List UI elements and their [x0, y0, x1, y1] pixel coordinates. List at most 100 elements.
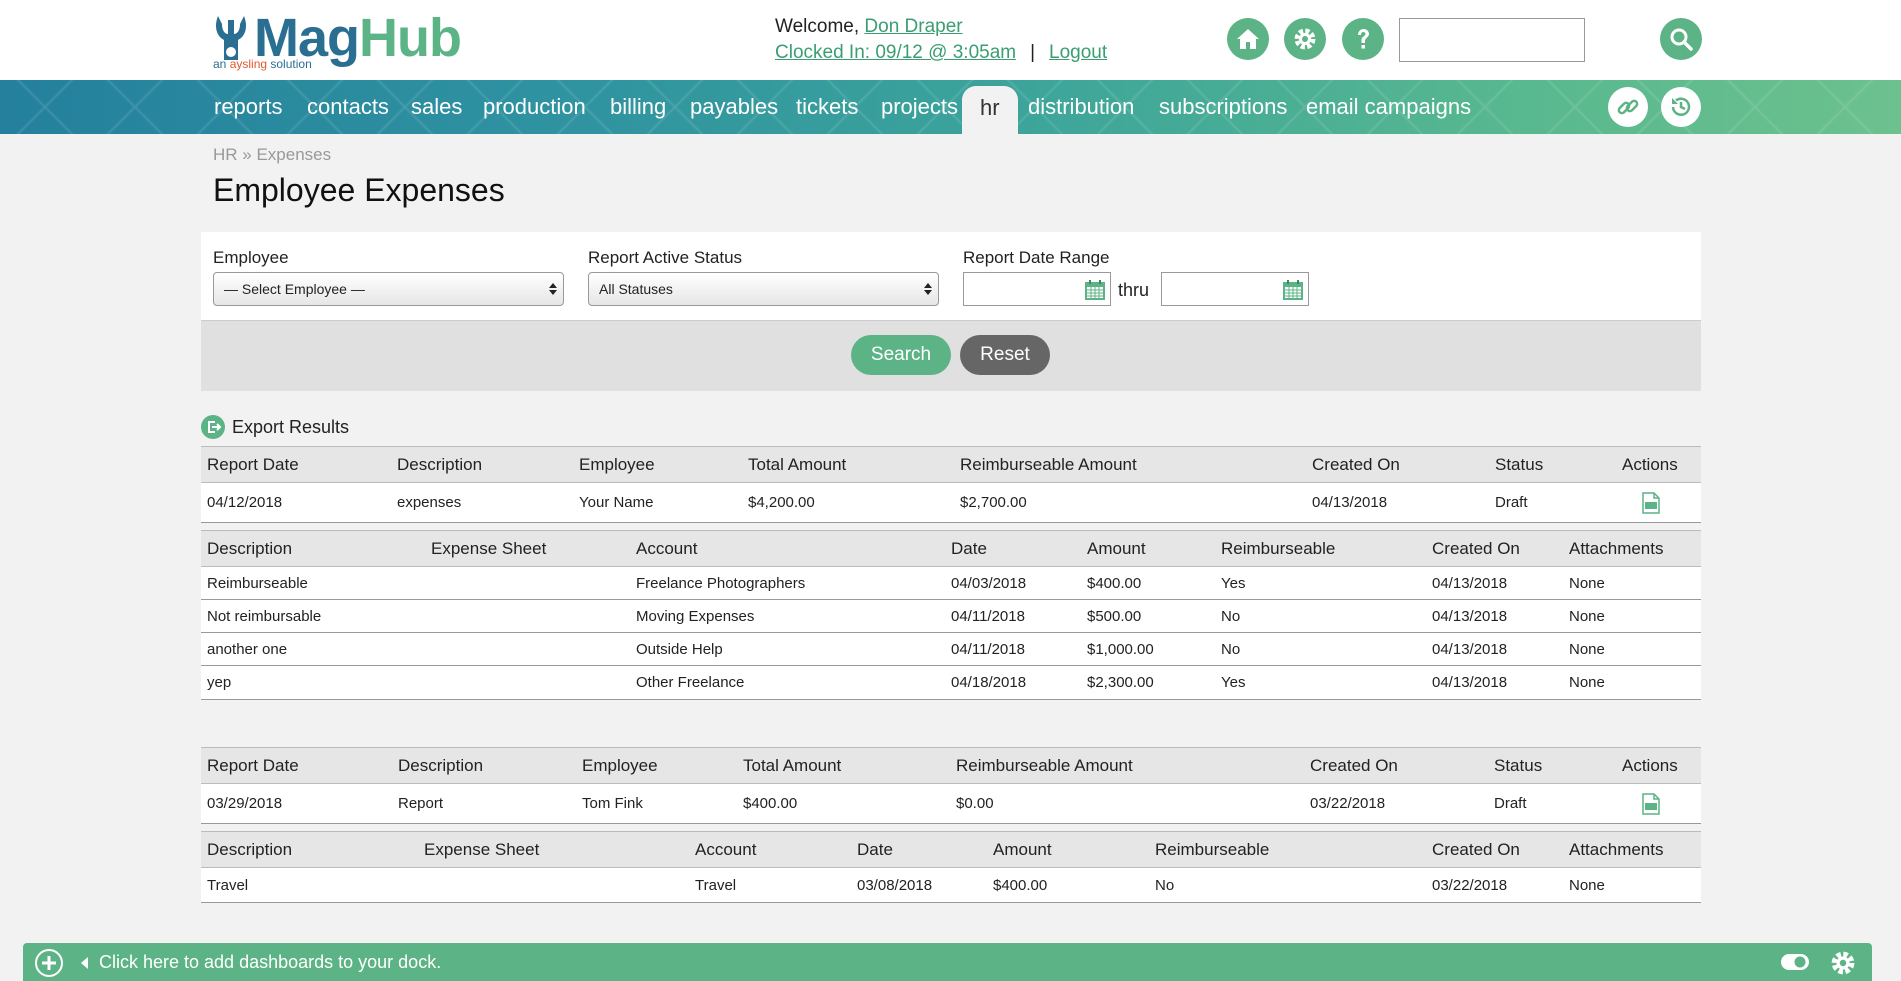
user-name-link[interactable]: Don Draper [864, 16, 962, 37]
date-to-input[interactable] [1161, 272, 1309, 306]
nav-hr[interactable]: hr [962, 86, 1018, 134]
clocked-in-link[interactable]: Clocked In: 09/12 @ 3:05am [775, 42, 1016, 63]
col-report-date[interactable]: Report Date [207, 748, 299, 783]
add-dashboard-icon[interactable] [35, 949, 63, 977]
nav-subscriptions[interactable]: subscriptions [1159, 80, 1287, 134]
col-status[interactable]: Status [1495, 447, 1543, 482]
links-button[interactable] [1608, 87, 1648, 127]
pdf-icon[interactable] [1642, 492, 1660, 514]
report-row[interactable]: 03/29/2018 Report Tom Fink $400.00 $0.00… [201, 784, 1701, 824]
report-row[interactable]: 04/12/2018 expenses Your Name $4,200.00 … [201, 483, 1701, 523]
report-description: Report [398, 795, 444, 812]
nav-contacts[interactable]: contacts [307, 80, 389, 134]
line-attachments: None [1569, 877, 1605, 894]
report-created-on: 04/13/2018 [1312, 494, 1388, 511]
date-from-input[interactable] [963, 272, 1111, 306]
nav-billing[interactable]: billing [610, 80, 666, 134]
line-attachments: None [1569, 641, 1605, 658]
status-select-value: All Statuses [599, 281, 673, 297]
line-account: Freelance Photographers [636, 575, 806, 592]
dock-message[interactable]: Click here to add dashboards to your doc… [99, 952, 441, 973]
nav-sales[interactable]: sales [411, 80, 462, 134]
pdf-icon[interactable] [1642, 793, 1660, 815]
line-date: 04/18/2018 [951, 674, 1027, 691]
col-line-description: Description [207, 539, 293, 558]
settings-button[interactable] [1284, 18, 1326, 60]
col-employee[interactable]: Employee [582, 748, 658, 783]
history-button[interactable] [1661, 87, 1701, 127]
col-actions: Actions [1622, 455, 1678, 474]
nav-payables[interactable]: payables [690, 80, 778, 134]
nav-tickets[interactable]: tickets [796, 80, 858, 134]
export-label: Export Results [232, 417, 350, 437]
col-account: Account [636, 539, 698, 558]
logout-link[interactable]: Logout [1049, 42, 1107, 63]
select-arrows-icon [924, 283, 932, 295]
line-created-on: 04/13/2018 [1432, 608, 1508, 625]
report-employee: Your Name [579, 494, 654, 511]
export-icon [201, 415, 225, 439]
report-total: $400.00 [743, 795, 798, 812]
col-total-amount[interactable]: Total Amount [743, 748, 841, 783]
nav-distribution[interactable]: distribution [1028, 80, 1134, 134]
report-date: 04/12/2018 [207, 494, 283, 511]
toggle-icon[interactable] [1780, 952, 1810, 972]
col-created-on[interactable]: Created On [1312, 447, 1400, 482]
report-description: expenses [397, 494, 462, 511]
col-employee[interactable]: Employee [579, 447, 655, 482]
col-status[interactable]: Status [1494, 748, 1542, 783]
gear-icon [1294, 28, 1316, 50]
header: MagHub an aysling solution Welcome, Don … [0, 0, 1901, 80]
separator: | [1030, 42, 1036, 63]
expense-line-row: yep Other Freelance 04/18/2018 $2,300.00… [201, 666, 1701, 700]
reset-button[interactable]: Reset [960, 335, 1050, 375]
report-header-row: Report Date Description Employee Total A… [201, 446, 1701, 483]
home-icon [1237, 29, 1259, 49]
line-amount: $1,000.00 [1087, 641, 1154, 658]
calendar-icon[interactable] [1084, 279, 1106, 301]
line-created-on: 04/13/2018 [1432, 575, 1508, 592]
nav-reports[interactable]: reports [214, 80, 282, 134]
line-description: Reimburseable [207, 575, 308, 592]
line-amount: $400.00 [993, 877, 1048, 894]
line-description: Travel [207, 877, 249, 894]
expense-line-row: Reimburseable Freelance Photographers 04… [201, 567, 1701, 600]
maghub-logo[interactable]: MagHub an aysling solution [210, 8, 462, 72]
search-icon [1670, 28, 1693, 51]
line-created-on: 04/13/2018 [1432, 641, 1508, 658]
col-description[interactable]: Description [398, 748, 483, 783]
col-line-created-on: Created On [1432, 539, 1520, 558]
header-search-button[interactable] [1660, 18, 1702, 60]
col-report-date[interactable]: Report Date [207, 447, 299, 482]
dock-gear-icon[interactable] [1830, 950, 1856, 976]
line-amount: $500.00 [1087, 608, 1142, 625]
calendar-icon[interactable] [1282, 279, 1304, 301]
dashboard-dock[interactable]: Click here to add dashboards to your doc… [23, 943, 1872, 981]
report-reimburseable: $2,700.00 [960, 494, 1027, 511]
nav-projects[interactable]: projects [881, 80, 958, 134]
line-account: Moving Expenses [636, 608, 755, 625]
col-description[interactable]: Description [397, 447, 482, 482]
status-select[interactable]: All Statuses [588, 272, 939, 306]
home-button[interactable] [1227, 18, 1269, 60]
col-expense-sheet: Expense Sheet [424, 840, 540, 859]
col-attachments: Attachments [1569, 539, 1664, 558]
col-reimburseable-amount[interactable]: Reimburseable Amount [960, 447, 1137, 482]
search-button[interactable]: Search [851, 335, 951, 375]
link-icon [1617, 99, 1639, 115]
col-reimburseable: Reimburseable [1221, 539, 1336, 558]
col-total-amount[interactable]: Total Amount [748, 447, 846, 482]
nav-email-campaigns[interactable]: email campaigns [1306, 80, 1471, 134]
nav-production[interactable]: production [483, 80, 586, 134]
filter-actions-bar [201, 320, 1701, 391]
report-employee: Tom Fink [582, 795, 643, 812]
date-range-label: Report Date Range [963, 248, 1110, 267]
col-created-on[interactable]: Created On [1310, 748, 1398, 783]
header-search-input[interactable] [1399, 18, 1585, 62]
col-actions: Actions [1622, 756, 1678, 775]
breadcrumb[interactable]: HR » Expenses [213, 145, 331, 165]
report-status: Draft [1494, 795, 1527, 812]
col-reimburseable-amount[interactable]: Reimburseable Amount [956, 748, 1133, 783]
employee-select[interactable]: — Select Employee — [213, 272, 564, 306]
help-button[interactable] [1342, 18, 1384, 60]
